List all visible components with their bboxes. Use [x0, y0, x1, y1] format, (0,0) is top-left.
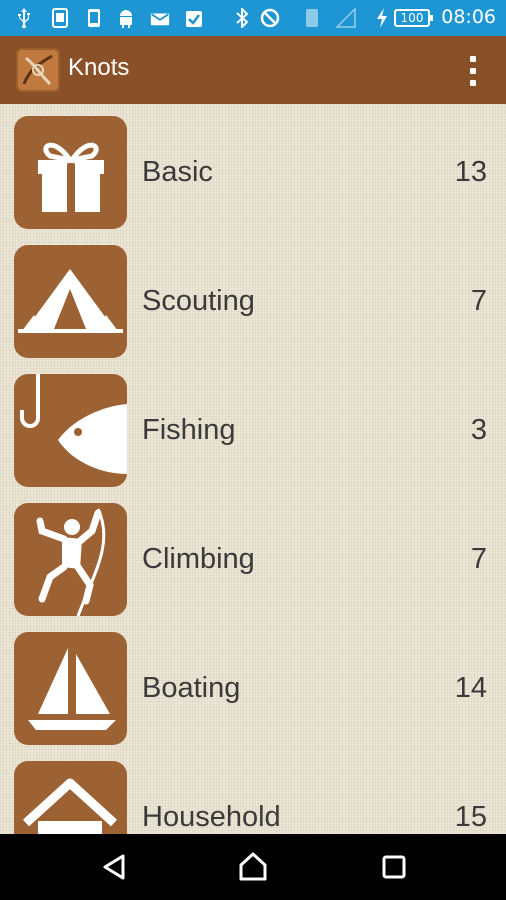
list-item[interactable]: Boating 14: [0, 620, 506, 749]
usb-icon: [14, 8, 34, 28]
list-item[interactable]: Household 15: [0, 749, 506, 834]
recents-icon[interactable]: [376, 849, 412, 885]
home-icon[interactable]: [235, 849, 271, 885]
clock: 08:06: [441, 6, 496, 28]
house-icon: [14, 761, 127, 834]
android-icon: [116, 8, 136, 28]
fish-hook-icon: [14, 374, 127, 487]
sim-icon: [50, 8, 70, 28]
category-label: Scouting: [142, 285, 255, 317]
category-count: 15: [454, 801, 487, 833]
overflow-menu-icon[interactable]: [468, 56, 478, 86]
back-icon[interactable]: [96, 849, 132, 885]
category-label: Basic: [142, 156, 213, 188]
category-label: Fishing: [142, 414, 236, 446]
vibrate-icon: [302, 8, 322, 28]
battery-indicator: 100: [394, 9, 433, 27]
navigation-bar: [0, 834, 506, 900]
phone-icon: [84, 8, 104, 28]
no-signal-icon: [260, 8, 280, 28]
action-bar: Knots: [0, 36, 506, 104]
clipboard-check-icon: [184, 8, 204, 28]
category-count: 7: [470, 543, 487, 575]
category-count: 7: [470, 285, 487, 317]
signal-icon: [336, 8, 356, 28]
category-label: Boating: [142, 672, 241, 704]
list-item[interactable]: Basic 13: [0, 104, 506, 233]
list-item[interactable]: Fishing 3: [0, 362, 506, 491]
status-bar: 100 08:06: [0, 0, 506, 36]
email-icon: [150, 8, 170, 28]
category-count: 3: [470, 414, 487, 446]
category-label: Climbing: [142, 543, 255, 575]
tent-icon: [14, 245, 127, 358]
category-count: 14: [454, 672, 487, 704]
app-logo-icon[interactable]: [16, 48, 60, 92]
charging-icon: [372, 8, 392, 28]
app-title: Knots: [68, 54, 130, 81]
category-count: 13: [454, 156, 487, 188]
list-item[interactable]: Climbing 7: [0, 491, 506, 620]
list-item[interactable]: Scouting 7: [0, 233, 506, 362]
category-list: Basic 13 Scouting 7 Fishing 3 Climbing 7…: [0, 104, 506, 834]
bluetooth-icon: [232, 8, 252, 28]
climber-icon: [14, 503, 127, 616]
gift-icon: [14, 116, 127, 229]
category-label: Household: [142, 801, 281, 833]
sailboat-icon: [14, 632, 127, 745]
